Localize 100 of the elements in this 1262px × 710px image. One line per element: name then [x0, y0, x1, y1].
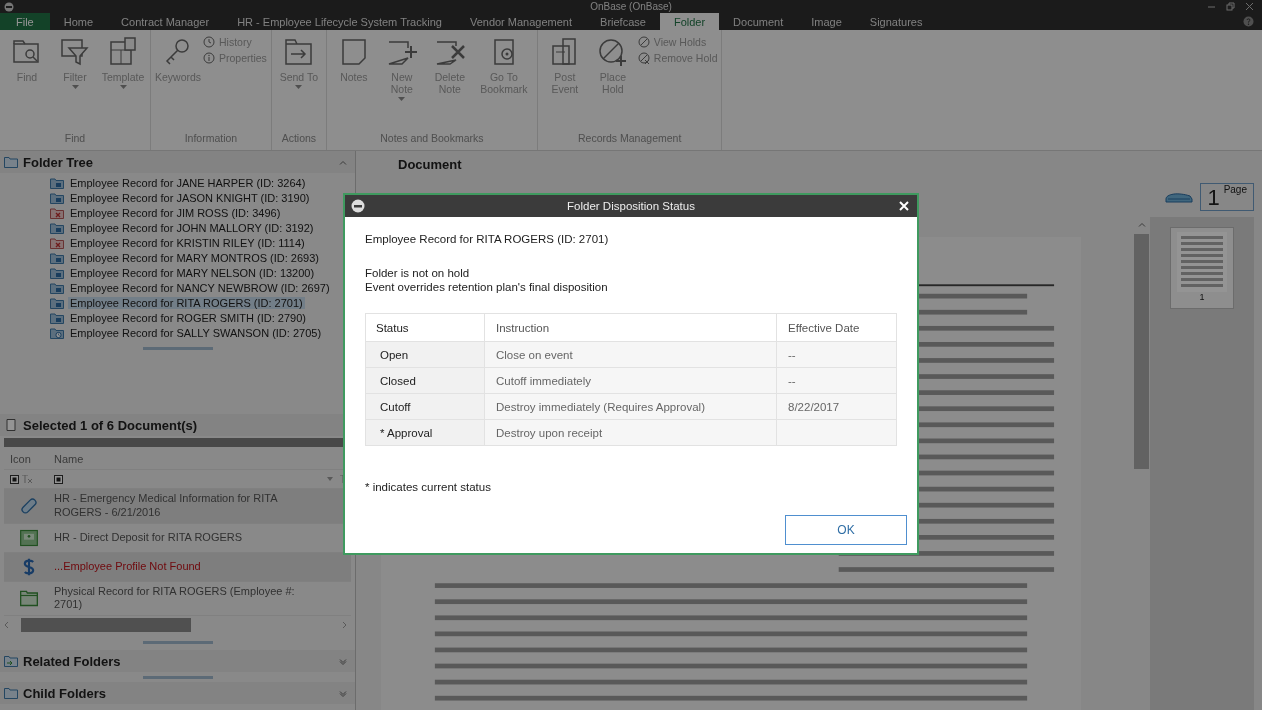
close-button[interactable] [897, 199, 911, 213]
folder-icon [4, 687, 18, 699]
folder-arrows-icon [4, 655, 18, 667]
panel-title: Document [398, 156, 462, 172]
document-name[interactable]: Physical Record for RITA ROGERS (Employee #: 2701) [48, 584, 351, 612]
column-header: Effective Date [776, 314, 896, 341]
group-label: Find [63, 132, 87, 146]
scroll-left-icon[interactable] [4, 621, 9, 629]
info-icon [203, 52, 215, 64]
folder-x-icon [50, 236, 64, 249]
tree-item[interactable]: Employee Record for RITA ROGERS (ID: 2701) [68, 296, 305, 309]
table-cell: Close on event [484, 342, 776, 367]
panel-title: Selected 1 of 6 Document(s) [23, 417, 198, 433]
panel-title: Child Folders [23, 685, 107, 701]
folder-icon [4, 156, 18, 168]
scrollbar-thumb[interactable] [21, 618, 191, 632]
expand-icon[interactable] [339, 657, 347, 665]
tree-item[interactable]: Employee Record for ROGER SMITH (ID: 2790) [68, 311, 308, 324]
page-preview-image [1177, 232, 1227, 292]
table-cell: Cutoff immediately [484, 368, 776, 393]
folder-icon [50, 176, 64, 189]
folder-icon [50, 311, 64, 324]
tree-item[interactable]: Employee Record for MARY NELSON (ID: 13200) [68, 266, 317, 279]
circle-slash-plus-icon [596, 36, 629, 68]
restore-icon[interactable] [1226, 2, 1235, 11]
table-cell: Open [366, 342, 484, 367]
scroll-right-icon[interactable] [342, 621, 347, 629]
circle-slash-x-icon [637, 52, 650, 64]
tree-item[interactable]: Employee Record for MARY MONTROS (ID: 2693) [68, 251, 321, 264]
table-cell: Destroy upon receipt [484, 420, 776, 445]
tree-item[interactable]: Employee Record for KRISTIN RILEY (ID: 1114) [68, 236, 307, 249]
folder-icon [50, 266, 64, 279]
dialog-title: Folder Disposition Status [567, 200, 695, 212]
folder-arrow-icon [282, 36, 315, 68]
table-cell: -- [776, 368, 896, 393]
caret-icon [398, 97, 406, 102]
page-thumbnail[interactable]: 1 [1170, 227, 1234, 309]
expand-icon[interactable] [339, 689, 347, 697]
panel-title: Related Folders [23, 653, 121, 669]
window-title: OnBase (OnBase) [590, 1, 672, 12]
ribbon-tab[interactable]: Signatures [855, 13, 937, 30]
status-message: Event overrides retention plan's final disposition [365, 281, 609, 293]
table-cell: -- [776, 342, 896, 367]
caret-icon [295, 85, 303, 90]
ribbon-tab[interactable]: File [0, 13, 50, 30]
stapler-icon[interactable] [1164, 190, 1195, 204]
folder-name: Employee Record for RITA ROGERS (ID: 2701) [365, 233, 610, 245]
folder-icon [50, 221, 64, 234]
ribbon-tab[interactable]: Document [719, 13, 798, 30]
panel-title: Folder Tree [23, 154, 94, 170]
square-icon[interactable] [54, 474, 63, 484]
collapse-icon[interactable] [339, 158, 347, 166]
column-header[interactable]: Icon [4, 453, 48, 465]
table-cell: Cutoff [366, 394, 484, 419]
tree-item[interactable]: Employee Record for NANCY NEWBROW (ID: 2697) [68, 281, 332, 294]
folder-icon [50, 296, 64, 309]
tree-item[interactable]: Employee Record for JOHN MALLORY (ID: 3192) [68, 221, 316, 234]
ribbon-tab[interactable]: Folder [659, 13, 720, 30]
footnote: * indicates current status [365, 481, 492, 493]
caret-icon[interactable] [327, 477, 333, 481]
scrollbar-thumb[interactable] [1134, 234, 1149, 469]
table-cell: 8/22/2017 [776, 394, 896, 419]
tree-item[interactable]: Employee Record for JANE HARPER (ID: 3264) [68, 176, 308, 189]
circle-slash-icon [637, 36, 650, 48]
funnel-icon [59, 36, 91, 68]
square-icon[interactable] [10, 474, 19, 484]
help-icon[interactable] [1243, 16, 1254, 27]
group-label: Information [183, 132, 239, 146]
document-icon [4, 419, 18, 431]
tree-item[interactable]: Employee Record for SALLY SWANSON (ID: 2705) [68, 326, 324, 339]
table-cell: * Approval [366, 420, 484, 445]
folder-icon [50, 191, 64, 204]
app-logo-icon [351, 199, 365, 213]
clock-icon [203, 36, 215, 48]
ribbon-tab[interactable]: Contract Manager [107, 13, 224, 30]
ok-button[interactable]: OK [785, 515, 907, 545]
tree-item[interactable]: Employee Record for JASON KNIGHT (ID: 3190) [68, 191, 312, 204]
banknote-icon [19, 527, 39, 548]
template-icon [107, 36, 139, 68]
folder-x-icon [50, 206, 64, 219]
folder-icon [50, 251, 64, 264]
close-icon[interactable] [1245, 2, 1254, 11]
folder-icon [19, 588, 39, 609]
group-label: Records Management [577, 132, 683, 146]
ribbon-tab[interactable]: Briefcase [586, 13, 660, 30]
ribbon-tab[interactable]: HR - Employee Lifecycle System Tracking [223, 13, 456, 30]
folder-clock-icon [50, 326, 64, 339]
scroll-up-icon[interactable] [1137, 221, 1146, 228]
status-message: Folder is not on hold [365, 267, 471, 279]
table-cell: Closed [366, 368, 484, 393]
ribbon-tab[interactable]: Home [49, 13, 108, 30]
tree-item[interactable]: Employee Record for JIM ROSS (ID: 3496) [68, 206, 283, 219]
group-label: Actions [280, 132, 318, 146]
ribbon-tab[interactable]: Image [797, 13, 856, 30]
folder-icon [50, 281, 64, 294]
column-header: Instruction [484, 314, 776, 341]
group-label: Notes and Bookmarks [379, 132, 485, 146]
caret-icon [119, 85, 127, 90]
table-cell: Destroy immediately (Requires Approval) [484, 394, 776, 419]
ribbon-tab[interactable]: Vendor Management [455, 13, 587, 30]
